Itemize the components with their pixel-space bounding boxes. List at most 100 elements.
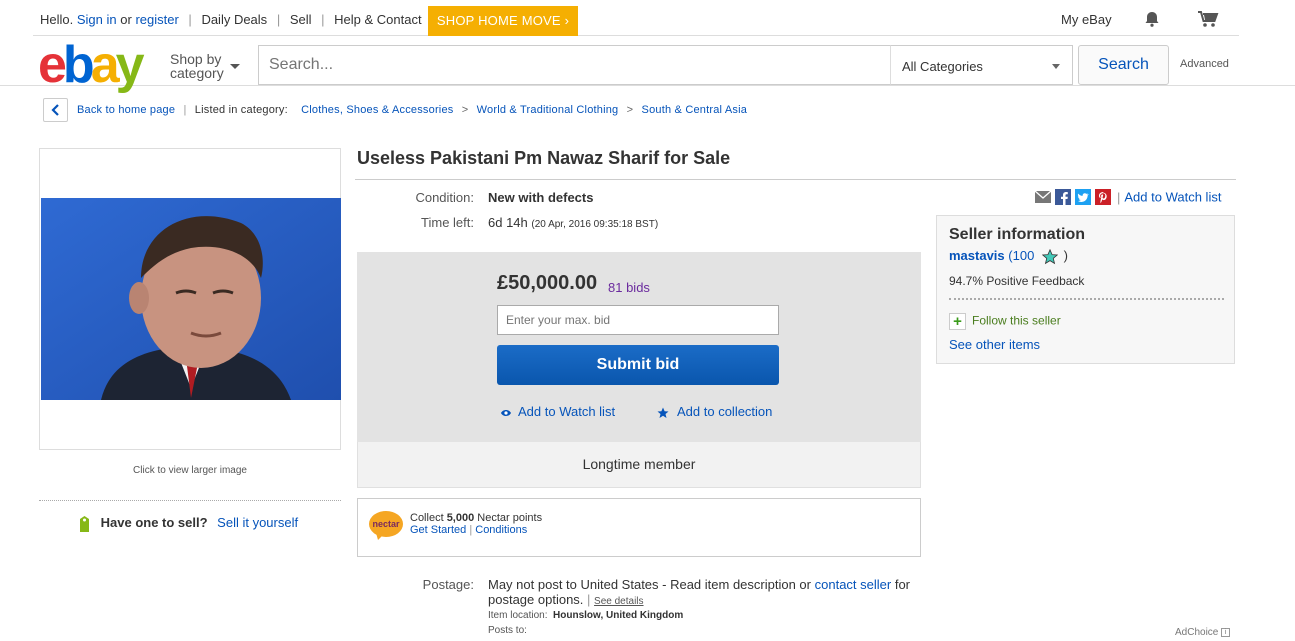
divider: [355, 179, 1236, 180]
price-tag-icon: [80, 516, 89, 532]
divider: |: [321, 12, 325, 27]
email-icon[interactable]: [1035, 189, 1051, 205]
shop-by-category-button[interactable]: Shop by category: [170, 51, 240, 81]
adchoice-label: AdChoice: [1175, 627, 1219, 638]
see-other-items-link[interactable]: See other items: [949, 337, 1040, 352]
item-location-value: Hounslow, United Kingdom: [553, 610, 684, 621]
nectar-points: 5,000: [446, 512, 475, 524]
advanced-search-link[interactable]: Advanced: [1180, 58, 1229, 70]
top-bar: Hello. Sign in or register | Daily Deals…: [0, 0, 1295, 40]
item-title: Useless Pakistani Pm Nawaz Sharif for Sa…: [357, 148, 731, 168]
sign-in-link[interactable]: Sign in: [77, 12, 117, 27]
click-larger-text[interactable]: Click to view larger image: [39, 465, 341, 476]
my-ebay-link[interactable]: My eBay: [1061, 12, 1112, 27]
promo-label: SHOP HOME MOVE: [436, 13, 561, 28]
category-label: category: [170, 65, 224, 81]
condition-value-text: New with defects: [488, 190, 594, 205]
conditions-link[interactable]: Conditions: [475, 524, 527, 536]
add-to-watch-list-label: Add to Watch list: [518, 404, 616, 419]
chevron-right-icon: ›: [564, 13, 570, 28]
facebook-icon[interactable]: [1055, 189, 1071, 205]
item-photo[interactable]: [41, 198, 341, 400]
adchoice-link[interactable]: AdChoice i: [1175, 627, 1231, 638]
have-one-to-sell-text: Have one to sell?: [100, 515, 208, 531]
share-bar: | Add to Watch list: [1035, 189, 1221, 205]
eye-icon: [501, 409, 511, 416]
positive-feedback: 94.7% Positive Feedback: [949, 274, 1085, 288]
item-image-box[interactable]: [39, 148, 341, 450]
seller-name-link[interactable]: mastavis: [949, 248, 1005, 263]
divider: |: [587, 592, 591, 607]
breadcrumb-separator: >: [461, 104, 469, 116]
category-select-value: All Categories: [902, 59, 983, 74]
see-details-link[interactable]: See details: [594, 596, 643, 607]
nectar-text: Collect 5,000 Nectar points Get Started …: [410, 512, 542, 536]
back-button[interactable]: [43, 98, 68, 122]
collect-text: Collect: [410, 512, 444, 524]
contact-seller-link[interactable]: contact seller: [815, 577, 892, 592]
posts-to-label: Posts to:: [488, 625, 527, 636]
search-input[interactable]: [258, 45, 891, 85]
daily-deals-link[interactable]: Daily Deals: [201, 12, 267, 27]
nectar-logo-icon: nectar: [369, 511, 403, 540]
add-to-collection-label: Add to collection: [677, 404, 773, 419]
ebay-logo[interactable]: ebay: [38, 38, 145, 92]
header: ebay Shop by category All Categories Sea…: [0, 38, 1295, 92]
add-to-collection-link[interactable]: Add to collection: [657, 404, 772, 419]
add-to-watch-list-link[interactable]: Add to Watch list: [500, 404, 615, 419]
seller-score-link[interactable]: (100: [1008, 248, 1034, 263]
or-text: or: [120, 12, 132, 27]
info-icon: i: [1221, 627, 1231, 637]
breadcrumb-separator: >: [626, 104, 634, 116]
promo-button[interactable]: SHOP HOME MOVE ›: [428, 6, 578, 36]
current-price: £50,000.00: [497, 272, 598, 294]
caret-down-icon: [230, 64, 240, 69]
nectar-logo-text: nectar: [372, 519, 400, 529]
seller-heading: Seller information: [949, 226, 1086, 243]
divider: |: [469, 524, 473, 536]
register-link[interactable]: register: [135, 12, 178, 27]
postage-value: May not post to United States - Read ite…: [488, 577, 918, 609]
seller-name-row: mastavis (100 ): [949, 248, 1068, 265]
plus-icon: +: [949, 313, 966, 330]
divider: |: [188, 12, 192, 27]
seller-information-box: Seller information mastavis (100 ) 94.7%…: [936, 215, 1235, 364]
divider: |: [1117, 189, 1121, 205]
bids-count-link[interactable]: 81 bids: [608, 280, 650, 295]
breadcrumb: Back to home page | Listed in category: …: [77, 104, 747, 116]
search-button[interactable]: Search: [1078, 45, 1169, 85]
breadcrumb-item[interactable]: South & Central Asia: [642, 104, 748, 116]
star-icon: [657, 407, 669, 418]
divider: [39, 500, 341, 501]
portrait-image: [41, 198, 341, 400]
get-started-link[interactable]: Get Started: [410, 524, 466, 536]
turquoise-star-icon: [1041, 248, 1059, 264]
breadcrumb-item[interactable]: World & Traditional Clothing: [477, 104, 619, 116]
item-location-label: Item location:: [488, 610, 548, 621]
follow-seller-label: Follow this seller: [972, 313, 1061, 328]
condition-value: New with defects: [488, 190, 593, 205]
sell-it-yourself-link[interactable]: Sell it yourself: [217, 515, 298, 530]
help-contact-link[interactable]: Help & Contact: [334, 12, 421, 27]
seller-score-close: ): [1063, 248, 1068, 263]
postage-label: Postage:: [422, 577, 474, 592]
cart-icon[interactable]: [1197, 10, 1219, 28]
back-to-home-link[interactable]: Back to home page: [77, 104, 175, 116]
pinterest-icon[interactable]: [1095, 189, 1111, 205]
submit-bid-button[interactable]: Submit bid: [497, 345, 779, 385]
category-select[interactable]: All Categories: [890, 45, 1073, 85]
share-add-to-watch-list-link[interactable]: Add to Watch list: [1124, 190, 1221, 205]
nectar-box: nectar Collect 5,000 Nectar points Get S…: [357, 498, 921, 557]
follow-seller-link[interactable]: + Follow this seller: [949, 313, 1061, 330]
shop-by-label: Shop by: [170, 51, 222, 67]
nectar-points-suffix: Nectar points: [477, 512, 543, 524]
twitter-icon[interactable]: [1075, 189, 1091, 205]
chevron-left-icon: [51, 104, 59, 116]
max-bid-input[interactable]: [497, 305, 779, 335]
time-left-value: 6d 14h (20 Apr, 2016 09:35:18 BST): [488, 215, 658, 230]
top-links: Hello. Sign in or register | Daily Deals…: [40, 12, 422, 27]
sell-link[interactable]: Sell: [290, 12, 312, 27]
bell-icon[interactable]: [1143, 10, 1161, 28]
condition-label: Condition:: [415, 190, 474, 205]
breadcrumb-item[interactable]: Clothes, Shoes & Accessories: [301, 104, 453, 116]
